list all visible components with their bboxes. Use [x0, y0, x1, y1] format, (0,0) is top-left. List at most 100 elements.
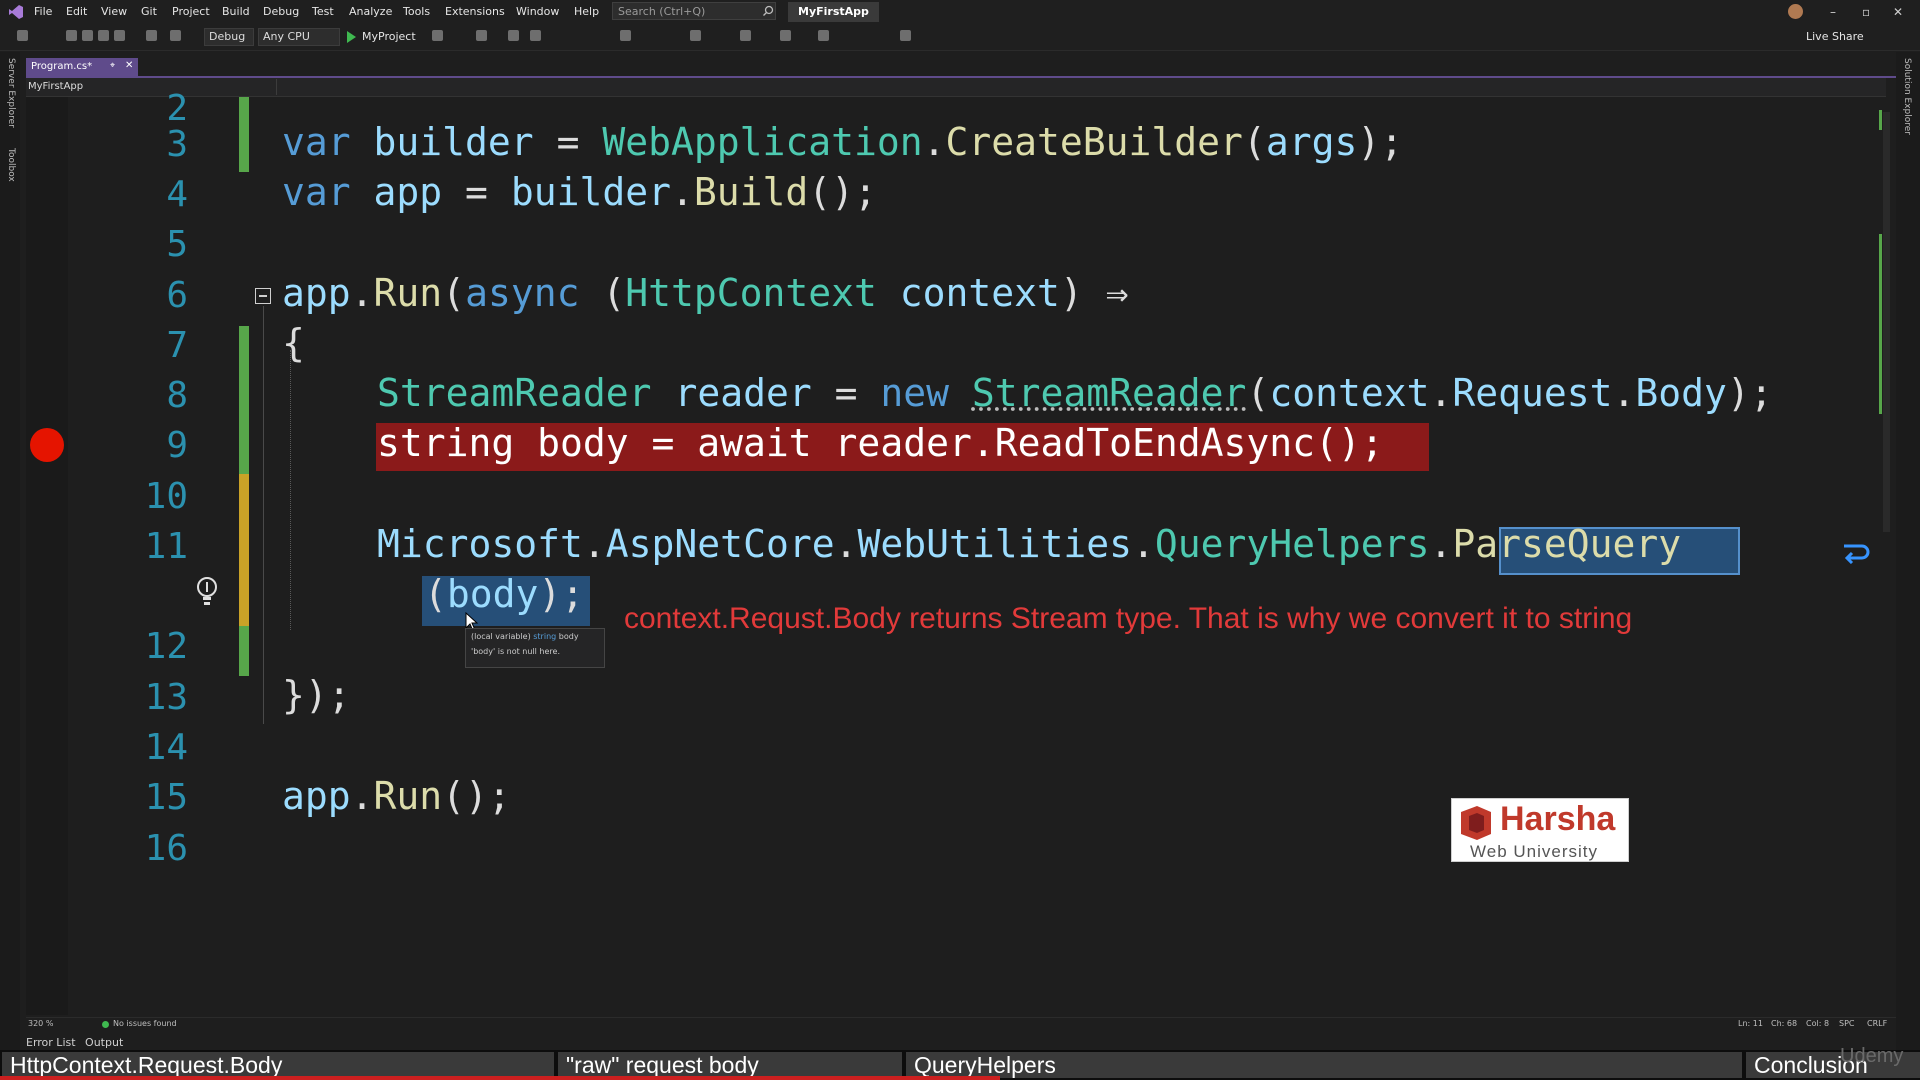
new-item-icon[interactable]	[66, 30, 77, 41]
menu-test[interactable]: Test	[312, 0, 334, 24]
minimize-icon[interactable]: –	[1830, 0, 1836, 24]
menu-debug[interactable]: Debug	[263, 0, 299, 24]
live-share-button[interactable]: Live Share	[1806, 28, 1864, 46]
line-number: 16	[144, 828, 188, 869]
udemy-watermark: Udemy	[1840, 1045, 1904, 1067]
navigate-back-icon[interactable]	[17, 30, 28, 41]
code-line-6[interactable]: app.Run(async (HttpContext context) ⇒	[282, 271, 1129, 315]
line-ending-indicator[interactable]: CRLF	[1867, 1019, 1887, 1028]
code-line-11[interactable]: Microsoft.AspNetCore.WebUtilities.QueryH…	[377, 522, 1681, 566]
member-dropdown[interactable]	[276, 79, 817, 95]
configuration-select[interactable]: Debug	[204, 28, 254, 46]
toolbar-layout-icon[interactable]	[530, 30, 541, 41]
line-indicator: Ln: 11	[1738, 1019, 1763, 1028]
code-line-8[interactable]: StreamReader reader = new StreamReader(c…	[377, 371, 1773, 415]
menu-project[interactable]: Project	[172, 0, 210, 24]
menu-file[interactable]: File	[34, 0, 52, 24]
menu-help[interactable]: Help	[574, 0, 599, 24]
whitespace-indicator[interactable]: SPC	[1839, 1019, 1855, 1028]
browser-link-icon[interactable]	[508, 30, 519, 41]
avatar[interactable]	[1788, 4, 1803, 19]
code-line-4[interactable]: var app = builder.Build();	[282, 170, 877, 214]
scrollbar-thumb[interactable]	[1883, 112, 1890, 532]
pin-tab-icon[interactable]: ⌖	[110, 61, 115, 71]
code-line-9[interactable]: string body = await reader.ReadToEndAsyn…	[377, 421, 1384, 465]
code-line-15[interactable]: app.Run();	[282, 774, 511, 818]
solution-title[interactable]: MyFirstApp	[788, 2, 879, 22]
redo-icon[interactable]	[170, 30, 181, 41]
change-bar	[239, 97, 249, 172]
change-bar	[239, 474, 249, 626]
scroll-change-marker	[1879, 110, 1882, 130]
chapter-raw-request-body[interactable]: "raw" request body	[558, 1052, 902, 1078]
code-line-13[interactable]: });	[282, 673, 351, 717]
line-number: 11	[144, 526, 188, 567]
visual-studio-logo-icon	[9, 5, 23, 19]
menu-git[interactable]: Git	[141, 0, 157, 24]
run-target-button[interactable]: MyProject	[362, 28, 416, 46]
zoom-level[interactable]: 320 %	[28, 1019, 53, 1028]
indent-guide	[290, 350, 291, 630]
code-line-11-wrapped[interactable]: (body);	[424, 572, 584, 616]
line-number: 4	[166, 174, 188, 215]
menu-tools[interactable]: Tools	[403, 0, 430, 24]
save-all-icon[interactable]	[114, 30, 125, 41]
close-window-icon[interactable]: ✕	[1893, 0, 1903, 24]
search-input[interactable]: Search (Ctrl+Q)	[612, 2, 776, 20]
error-list-tab[interactable]: Error List	[26, 1036, 76, 1049]
code-line-3[interactable]: var builder = WebApplication.CreateBuild…	[282, 120, 1403, 164]
chapter-httpcontext-request-body[interactable]: HttpContext.Request.Body	[2, 1052, 554, 1078]
line-number: 12	[144, 626, 188, 667]
menu-window[interactable]: Window	[516, 0, 559, 24]
save-icon[interactable]	[98, 30, 109, 41]
step-into-icon[interactable]	[620, 30, 631, 41]
lightbulb-icon[interactable]	[195, 576, 219, 610]
toolbox-tab[interactable]: Toolbox	[6, 148, 16, 182]
menu-extensions[interactable]: Extensions	[445, 0, 505, 24]
start-without-debugging-icon[interactable]	[432, 30, 443, 41]
menu-analyze[interactable]: Analyze	[349, 0, 392, 24]
refresh-icon[interactable]	[476, 30, 487, 41]
collapse-minus	[259, 295, 267, 297]
breakpoint-icon[interactable]	[30, 428, 64, 462]
toolbox-icon[interactable]	[900, 30, 911, 41]
menu-edit[interactable]: Edit	[66, 0, 87, 24]
maximize-icon[interactable]: ▫	[1862, 0, 1870, 24]
document-tab-strip	[26, 58, 1896, 78]
run-icon[interactable]	[347, 31, 356, 43]
undo-icon[interactable]	[146, 30, 157, 41]
bookmark-icon[interactable]	[818, 30, 829, 41]
indent-icon[interactable]	[780, 30, 791, 41]
change-bar	[239, 326, 249, 474]
code-line-7[interactable]: {	[282, 321, 305, 365]
menu-build[interactable]: Build	[222, 0, 250, 24]
chapter-queryhelpers[interactable]: QueryHelpers	[906, 1052, 1742, 1078]
close-tab-icon[interactable]: ✕	[125, 60, 133, 71]
tooltip-kind: (local variable)	[471, 632, 531, 641]
menu-view[interactable]: View	[101, 0, 127, 24]
tooltip-type: string	[533, 632, 557, 641]
glyph-margin[interactable]	[26, 97, 68, 1015]
comment-icon[interactable]	[740, 30, 751, 41]
solution-explorer-tab[interactable]: Solution Explorer	[1902, 58, 1912, 135]
editor-status-bar	[26, 1017, 1896, 1033]
quick-info-tooltip: (local variable) string body 'body' is n…	[465, 628, 605, 668]
platform-select[interactable]: Any CPU	[258, 28, 340, 46]
tab-program-cs[interactable]: Program.cs*	[26, 58, 138, 76]
server-explorer-tab[interactable]: Server Explorer	[6, 58, 16, 128]
tooltip-name: body	[558, 632, 579, 641]
output-tab[interactable]: Output	[85, 1036, 123, 1049]
search-icon	[763, 5, 774, 16]
logo-subtitle: Web University	[1470, 842, 1598, 861]
tooltip-note: 'body' is not null here.	[471, 647, 561, 656]
line-number: 8	[166, 375, 188, 416]
line-number: 9	[166, 425, 188, 466]
video-progress-bar[interactable]	[0, 1076, 1000, 1080]
line-number: 2	[166, 88, 188, 129]
run-to-cursor-icon[interactable]	[690, 30, 701, 41]
open-icon[interactable]	[82, 30, 93, 41]
logo-mark-icon	[1461, 806, 1491, 840]
line-number: 6	[166, 275, 188, 316]
line-number: 7	[166, 325, 188, 366]
issues-status[interactable]: No issues found	[113, 1019, 177, 1028]
